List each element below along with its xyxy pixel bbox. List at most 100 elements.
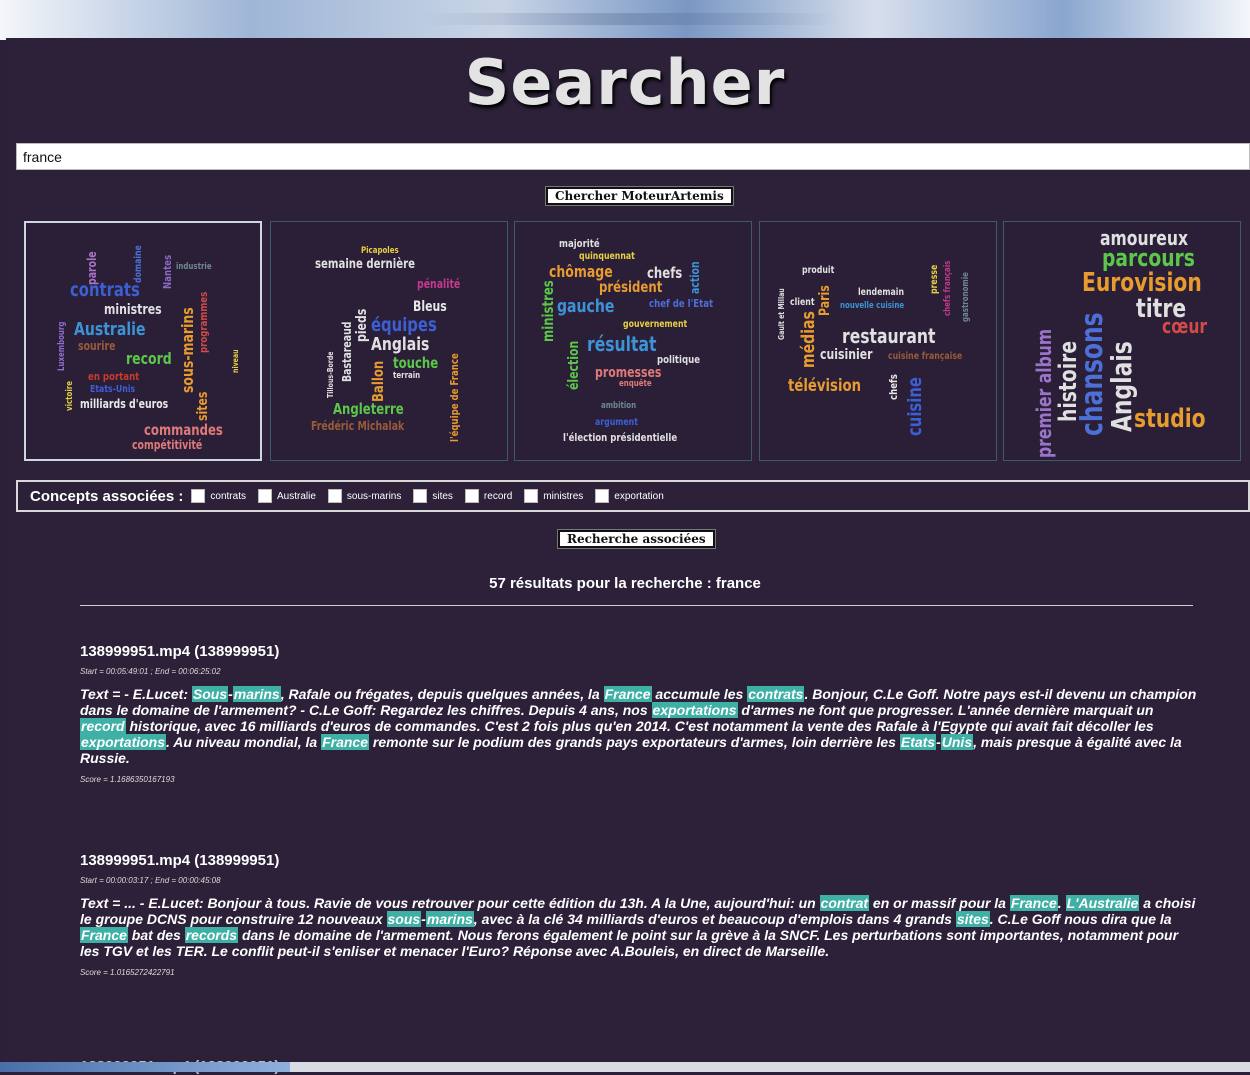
cloud-word[interactable]: Picapoles: [361, 247, 399, 256]
concept-checkbox-sites[interactable]: sites: [413, 489, 453, 503]
result-title[interactable]: 138999951.mp4 (138999951): [80, 643, 1200, 660]
checkbox[interactable]: [327, 489, 342, 503]
cloud-word[interactable]: président: [599, 280, 662, 295]
cloud-word[interactable]: Gault et Millau: [777, 288, 786, 340]
concept-checkbox-exportation[interactable]: exportation: [595, 489, 664, 503]
cloud-word[interactable]: nouvelle cuisine: [840, 302, 904, 311]
cloud-word[interactable]: politique: [657, 354, 700, 365]
cloud-word[interactable]: premier album: [1032, 329, 1056, 458]
cloud-word[interactable]: ambition: [601, 402, 636, 411]
cloud-word[interactable]: élection: [566, 341, 582, 390]
search-input[interactable]: [16, 143, 1250, 170]
concept-checkbox-contrats[interactable]: contrats: [191, 489, 246, 503]
cloud-word[interactable]: domaine: [133, 245, 144, 283]
cloud-word[interactable]: Nantes: [161, 255, 174, 289]
concept-checkbox-sous-marins[interactable]: sous-marins: [327, 489, 401, 503]
cloud-word[interactable]: niveau: [231, 349, 240, 373]
cloud-word[interactable]: Angleterre: [333, 402, 404, 417]
word-cloud-4[interactable]: Gault et Millau produit Paris client lendema…: [759, 221, 997, 461]
cloud-word[interactable]: Bleus: [413, 300, 447, 314]
cloud-word[interactable]: Eurovision: [1082, 270, 1202, 296]
cloud-word[interactable]: argument: [595, 418, 638, 428]
cloud-word[interactable]: Etats-Unis: [90, 385, 135, 395]
cloud-word[interactable]: l'élection présidentielle: [563, 432, 677, 443]
cloud-word[interactable]: majorité: [559, 238, 600, 249]
cloud-word[interactable]: semaine dernière: [315, 258, 415, 271]
cloud-word[interactable]: Ballon: [369, 361, 387, 402]
cloud-word[interactable]: cuisine: [904, 377, 926, 436]
concept-checkbox-ministres[interactable]: ministres: [524, 489, 583, 503]
cloud-word[interactable]: ministres: [539, 280, 557, 342]
checkbox[interactable]: [191, 489, 206, 503]
concept-checkbox-record[interactable]: record: [464, 489, 512, 503]
cloud-word[interactable]: terrain: [393, 372, 420, 381]
cloud-word[interactable]: pieds: [354, 309, 370, 342]
cloud-word[interactable]: contrats: [70, 281, 140, 300]
search-button[interactable]: Chercher MoteurArtemis: [545, 186, 734, 206]
cloud-word[interactable]: touche: [393, 356, 438, 371]
cloud-word[interactable]: pénalité: [417, 278, 460, 290]
cloud-word[interactable]: télévision: [788, 378, 861, 395]
cloud-word[interactable]: studio: [1134, 406, 1206, 432]
cloud-word[interactable]: quinquennat: [579, 252, 635, 262]
cloud-word[interactable]: sous-marins: [178, 307, 197, 393]
word-cloud-5[interactable]: amoureux parcours Eurovision titre cœur premi…: [1003, 221, 1241, 461]
cloud-word[interactable]: Frédéric Michalak: [311, 420, 404, 432]
cloud-word[interactable]: résultat: [587, 334, 656, 354]
result-title[interactable]: 138999951.mp4 (138999951): [80, 852, 1200, 869]
checkbox[interactable]: [524, 489, 539, 503]
cloud-word[interactable]: chefs: [887, 374, 900, 400]
checkbox[interactable]: [595, 489, 610, 503]
highlighted-term: sites: [955, 911, 990, 927]
cloud-word[interactable]: action: [688, 261, 702, 294]
word-cloud-1[interactable]: parole domaine Nantes industrie contrats mini…: [24, 221, 262, 461]
cloud-word[interactable]: programmes: [197, 292, 210, 353]
cloud-word[interactable]: commandes: [144, 423, 223, 438]
checkbox[interactable]: [464, 489, 479, 503]
cloud-word[interactable]: Australie: [74, 321, 145, 339]
cloud-word[interactable]: victoire: [65, 381, 75, 411]
cloud-word[interactable]: gastronomie: [961, 272, 971, 322]
concept-checkbox-Australie[interactable]: Australie: [257, 489, 316, 503]
cloud-word[interactable]: ministres: [104, 303, 162, 317]
cloud-word[interactable]: sites: [195, 392, 211, 421]
cloud-word[interactable]: chefs français: [943, 261, 953, 316]
cloud-word[interactable]: client: [790, 298, 815, 308]
cloud-word[interactable]: milliards d'euros: [80, 398, 168, 410]
cloud-word[interactable]: équipes: [371, 316, 437, 335]
cloud-word[interactable]: restaurant: [842, 326, 935, 346]
cloud-word[interactable]: gouvernement: [623, 320, 687, 330]
cloud-word[interactable]: cuisinier: [820, 348, 873, 362]
cloud-word[interactable]: cuisine française: [888, 352, 962, 362]
cloud-word[interactable]: Tillous-Borde: [326, 351, 335, 398]
cloud-word[interactable]: Anglais: [1105, 341, 1138, 432]
cloud-word[interactable]: industrie: [176, 263, 212, 272]
cloud-word[interactable]: presse: [929, 265, 940, 294]
cloud-word[interactable]: médias: [798, 311, 819, 368]
cloud-word[interactable]: lendemain: [858, 288, 904, 298]
cloud-word[interactable]: Anglais: [371, 336, 429, 354]
checkbox[interactable]: [413, 489, 428, 503]
cloud-word[interactable]: en portant: [88, 371, 139, 382]
cloud-word[interactable]: parcours: [1102, 246, 1195, 270]
cloud-word[interactable]: Bastareaud: [340, 322, 354, 382]
word-cloud-2[interactable]: Picapoles semaine dernière pénalité Bleus éq…: [270, 221, 508, 461]
cloud-word[interactable]: cœur: [1162, 316, 1207, 336]
cloud-word[interactable]: chef de l'Etat: [649, 298, 713, 309]
cloud-word[interactable]: chansons: [1075, 312, 1110, 436]
cloud-word[interactable]: record: [126, 351, 172, 367]
word-cloud-3[interactable]: majorité quinquennat chômage chefs président…: [514, 221, 752, 461]
related-search-button[interactable]: Recherche associées: [557, 529, 716, 549]
cloud-word[interactable]: produit: [802, 266, 834, 276]
cloud-word[interactable]: enquête: [619, 380, 652, 389]
cloud-word[interactable]: gauche: [557, 298, 614, 316]
cloud-word[interactable]: sourire: [78, 340, 115, 352]
cloud-word[interactable]: Luxembourg: [57, 322, 67, 371]
cloud-word[interactable]: Paris: [817, 285, 833, 316]
cloud-word[interactable]: l'équipe de France: [448, 353, 461, 442]
associated-concepts-bar: Concepts associées : contrats Australie so…: [16, 480, 1250, 512]
cloud-word[interactable]: compétitivité: [132, 439, 202, 451]
cloud-word[interactable]: promesses: [595, 366, 661, 380]
checkbox[interactable]: [257, 489, 272, 503]
taskbar-tab[interactable]: [0, 1062, 290, 1072]
